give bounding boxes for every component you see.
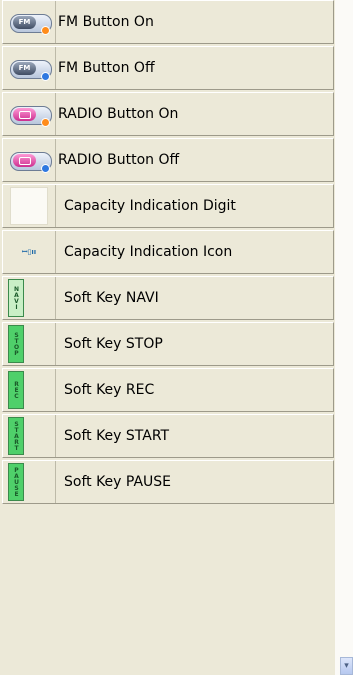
list-item-label: Capacity Indication Digit xyxy=(64,198,236,214)
list-item-label: Soft Key START xyxy=(64,428,170,444)
softkey-pause-icon: PAUSE xyxy=(8,463,24,501)
icon-cell: REC xyxy=(3,369,56,411)
softkey-navi-icon: NAVI xyxy=(8,279,24,317)
softkey-text: PAUSE xyxy=(13,467,20,497)
status-dot-icon xyxy=(41,26,50,35)
list-item-softkey-rec[interactable]: REC Soft Key REC xyxy=(2,368,334,412)
softkey-stop-icon: STOP xyxy=(8,325,24,363)
list-item-label: RADIO Button On xyxy=(58,106,179,122)
radio-knob xyxy=(13,108,36,121)
fm-button-on-icon: FM xyxy=(10,14,52,35)
list-item-label: Soft Key STOP xyxy=(64,336,163,352)
icon-cell xyxy=(3,93,56,135)
vertical-scrollbar[interactable] xyxy=(335,0,353,675)
icon-cell xyxy=(3,139,56,181)
fm-button-off-icon: FM xyxy=(10,60,52,81)
icon-cell: FM xyxy=(3,1,56,43)
icon-cell: ꟷ▯ıı xyxy=(3,231,56,273)
list-item-radio-button-off[interactable]: RADIO Button Off xyxy=(2,138,334,182)
list-item-fm-button-on[interactable]: FM FM Button On xyxy=(2,0,334,44)
icon-cell xyxy=(3,185,56,227)
radio-knob xyxy=(13,154,36,167)
list-item-softkey-stop[interactable]: STOP Soft Key STOP xyxy=(2,322,334,366)
list-item-radio-button-on[interactable]: RADIO Button On xyxy=(2,92,334,136)
capacity-indicator-icon: ꟷ▯ıı xyxy=(21,247,37,256)
icon-cell: NAVI xyxy=(3,277,56,319)
softkey-rec-icon: REC xyxy=(8,371,24,409)
list-item-softkey-start[interactable]: START Soft Key START xyxy=(2,414,334,458)
status-dot-icon xyxy=(41,164,50,173)
softkey-text: START xyxy=(13,421,20,451)
list-item-capacity-digit[interactable]: Capacity Indication Digit xyxy=(2,184,334,228)
fm-knob: FM xyxy=(13,16,36,29)
softkey-text: REC xyxy=(13,381,20,399)
status-dot-icon xyxy=(41,72,50,81)
list-item-capacity-icon[interactable]: ꟷ▯ıı Capacity Indication Icon xyxy=(2,230,334,274)
list-item-fm-button-off[interactable]: FM FM Button Off xyxy=(2,46,334,90)
list-item-label: FM Button On xyxy=(58,14,154,30)
scroll-down-button[interactable]: ▾ xyxy=(340,657,353,675)
list-item-softkey-pause[interactable]: PAUSE Soft Key PAUSE xyxy=(2,460,334,504)
radio-button-on-icon xyxy=(10,106,52,127)
chevron-down-icon: ▾ xyxy=(344,661,349,671)
icon-cell: PAUSE xyxy=(3,461,56,503)
softkey-text: NAVI xyxy=(13,286,20,310)
softkey-start-icon: START xyxy=(8,417,24,455)
list-item-label: Soft Key PAUSE xyxy=(64,474,172,490)
list-item-label: Soft Key REC xyxy=(64,382,155,398)
icon-cell: FM xyxy=(3,47,56,89)
list-item-label: FM Button Off xyxy=(58,60,155,76)
icon-cell: STOP xyxy=(3,323,56,365)
softkey-text: STOP xyxy=(13,332,20,356)
status-dot-icon xyxy=(41,118,50,127)
list-item-softkey-navi[interactable]: NAVI Soft Key NAVI xyxy=(2,276,334,320)
icon-cell: START xyxy=(3,415,56,457)
fm-knob: FM xyxy=(13,62,36,75)
list-item-label: RADIO Button Off xyxy=(58,152,180,168)
radio-button-off-icon xyxy=(10,152,52,173)
capacity-digit-icon xyxy=(10,187,48,225)
resource-list: FM FM Button On FM FM Button Off RADIO B… xyxy=(0,0,335,675)
list-item-label: Soft Key NAVI xyxy=(64,290,159,306)
list-item-label: Capacity Indication Icon xyxy=(64,244,233,260)
